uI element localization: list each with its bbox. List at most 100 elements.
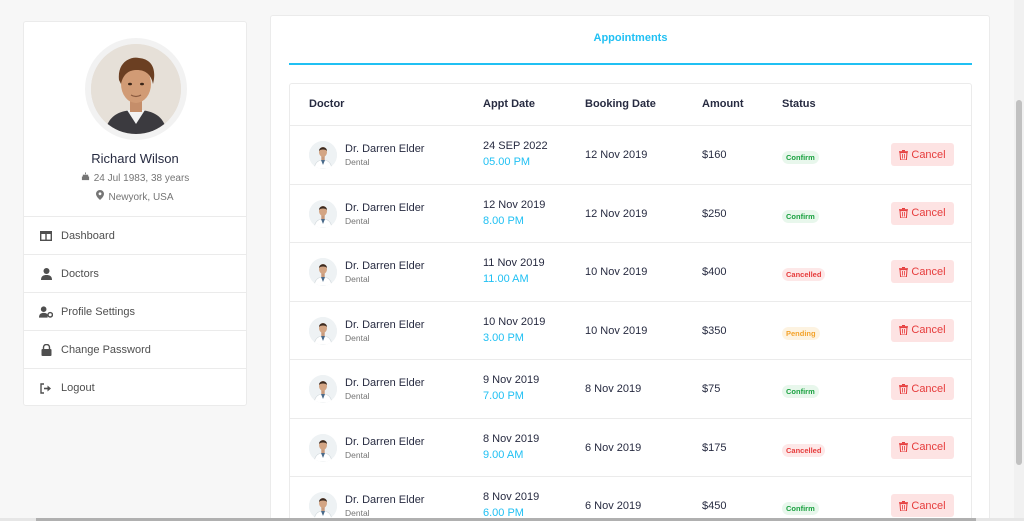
- table-row: Dr. Darren Elder Dental 12 Nov 2019 8.00 PM…: [290, 185, 971, 243]
- table-row: Dr. Darren Elder Dental 8 Nov 2019 9.00 AM 6…: [290, 419, 971, 477]
- scrollbar-thumb[interactable]: [1016, 100, 1022, 465]
- appointment-time: 11.00 AM: [483, 273, 529, 285]
- doctor-specialty: Dental: [345, 157, 370, 167]
- appointments-table: Doctor Appt Date Booking Date Amount Sta…: [289, 83, 972, 521]
- doctor-name-link[interactable]: Dr. Darren Elder: [345, 319, 424, 331]
- status-badge: Confirm: [782, 502, 819, 515]
- doctor-specialty: Dental: [345, 274, 370, 284]
- profile-sidebar: Richard Wilson 24 Jul 1983, 38 years New…: [23, 21, 247, 406]
- cancel-button[interactable]: Cancel: [891, 435, 954, 459]
- patient-dob-text: 24 Jul 1983, 38 years: [93, 173, 190, 184]
- booking-date: 10 Nov 2019: [585, 324, 648, 337]
- amount: $160: [702, 149, 727, 161]
- appointment-date: 12 Nov 2019: [483, 198, 546, 211]
- cancel-button-label: Cancel: [911, 207, 946, 219]
- booking-date: 8 Nov 2019: [585, 383, 642, 395]
- status-badge: Pending: [782, 326, 820, 340]
- cancel-button-label: Cancel: [911, 324, 946, 336]
- column-header-appt-date: Appt Date: [483, 98, 535, 110]
- cancel-button[interactable]: Cancel: [891, 201, 954, 225]
- table-row: Dr. Darren Elder Dental 9 Nov 2019 7.00 PM 8…: [290, 360, 971, 419]
- active-tab-indicator: [289, 63, 972, 65]
- cancel-button[interactable]: Cancel: [891, 494, 954, 517]
- birthday-cake-icon: [81, 172, 90, 184]
- doctor-specialty: Dental: [345, 449, 370, 460]
- booking-date: 6 Nov 2019: [585, 441, 642, 454]
- table-row: Dr. Darren Elder Dental 10 Nov 2019 3.00 PM…: [290, 302, 971, 360]
- doctor-name-link[interactable]: Dr. Darren Elder: [345, 260, 424, 272]
- booking-date: 10 Nov 2019: [585, 266, 648, 278]
- trash-icon: [899, 442, 909, 452]
- avatar[interactable]: [91, 44, 181, 134]
- cancel-button[interactable]: Cancel: [891, 318, 954, 342]
- appointment-date: 24 SEP 2022: [483, 140, 548, 152]
- doctor-name-link[interactable]: Dr. Darren Elder: [345, 494, 424, 506]
- doctor-avatar[interactable]: [309, 141, 337, 169]
- sidebar-item-logout[interactable]: Logout: [24, 369, 246, 407]
- appointment-date: 8 Nov 2019: [483, 491, 540, 503]
- cancel-button[interactable]: Cancel: [891, 377, 954, 400]
- status-badge: Confirm: [782, 209, 819, 223]
- appointments-card: Appointments Doctor Appt Date Booking Da…: [270, 15, 990, 521]
- status-badge: Confirm: [782, 385, 819, 398]
- sidebar-item-dashboard[interactable]: Dashboard: [24, 217, 246, 255]
- user-icon: [39, 267, 53, 280]
- appointment-date: 11 Nov 2019: [483, 257, 545, 269]
- cancel-button[interactable]: Cancel: [891, 143, 954, 166]
- patient-location-text: Newyork, USA: [108, 192, 174, 203]
- sidebar-item-label: Logout: [61, 382, 95, 394]
- trash-icon: [899, 149, 909, 160]
- trash-icon: [899, 325, 909, 335]
- doctor-avatar[interactable]: [309, 316, 337, 345]
- doctor-avatar[interactable]: [309, 492, 337, 520]
- amount: $450: [702, 500, 727, 512]
- doctor-name-link[interactable]: Dr. Darren Elder: [345, 377, 424, 389]
- table-row: Dr. Darren Elder Dental 8 Nov 2019 6.00 PM 6…: [290, 477, 971, 521]
- doctor-specialty: Dental: [345, 508, 370, 518]
- map-marker-icon: [96, 190, 105, 203]
- sidebar-item-label: Dashboard: [61, 229, 115, 242]
- booking-date: 12 Nov 2019: [585, 149, 648, 161]
- avatar-ring: [85, 38, 187, 140]
- amount: $75: [702, 383, 721, 395]
- appointment-time: 9.00 AM: [483, 448, 524, 461]
- vertical-scrollbar[interactable]: [1014, 0, 1024, 521]
- doctor-avatar[interactable]: [309, 433, 337, 462]
- logout-icon: [39, 382, 53, 394]
- column-header-status: Status: [782, 98, 816, 110]
- status-badge: Cancelled: [782, 443, 826, 457]
- tab-appointments[interactable]: Appointments: [289, 32, 972, 44]
- doctor-specialty: Dental: [345, 215, 370, 226]
- lock-icon: [39, 343, 53, 356]
- doctor-avatar[interactable]: [309, 375, 337, 403]
- sidebar-item-label: Change Password: [61, 343, 151, 356]
- appointment-time: 05.00 PM: [483, 156, 531, 168]
- doctor-name-link[interactable]: Dr. Darren Elder: [345, 143, 424, 155]
- doctor-name-link[interactable]: Dr. Darren Elder: [345, 436, 424, 448]
- sidebar-item-doctors[interactable]: Doctors: [24, 255, 246, 293]
- patient-location: Newyork, USA: [24, 190, 246, 203]
- patient-dob: 24 Jul 1983, 38 years: [24, 172, 246, 184]
- trash-icon: [899, 500, 909, 511]
- appointment-time: 7.00 PM: [483, 390, 524, 402]
- column-header-booking-date: Booking Date: [585, 98, 656, 110]
- status-badge: Confirm: [782, 151, 819, 164]
- doctor-avatar[interactable]: [309, 199, 337, 228]
- sidebar-item-change-password[interactable]: Change Password: [24, 331, 246, 369]
- sidebar-item-profile-settings[interactable]: Profile Settings: [24, 293, 246, 331]
- cancel-button-label: Cancel: [911, 499, 946, 512]
- doctor-avatar[interactable]: [309, 258, 337, 286]
- amount: $400: [702, 266, 727, 278]
- sidebar-item-label: Doctors: [61, 267, 99, 280]
- cancel-button-label: Cancel: [911, 265, 946, 278]
- booking-date: 6 Nov 2019: [585, 500, 642, 512]
- sidebar-item-label: Profile Settings: [61, 305, 135, 318]
- profile-widget: Richard Wilson 24 Jul 1983, 38 years New…: [24, 22, 246, 217]
- doctor-name-link[interactable]: Dr. Darren Elder: [345, 202, 424, 214]
- column-header-doctor: Doctor: [309, 98, 345, 110]
- cancel-button[interactable]: Cancel: [891, 260, 954, 283]
- amount: $350: [702, 324, 727, 337]
- doctor-specialty: Dental: [345, 391, 370, 401]
- table-body: Dr. Darren Elder Dental 24 SEP 2022 05.00 P…: [290, 126, 971, 521]
- cancel-button-label: Cancel: [911, 382, 946, 395]
